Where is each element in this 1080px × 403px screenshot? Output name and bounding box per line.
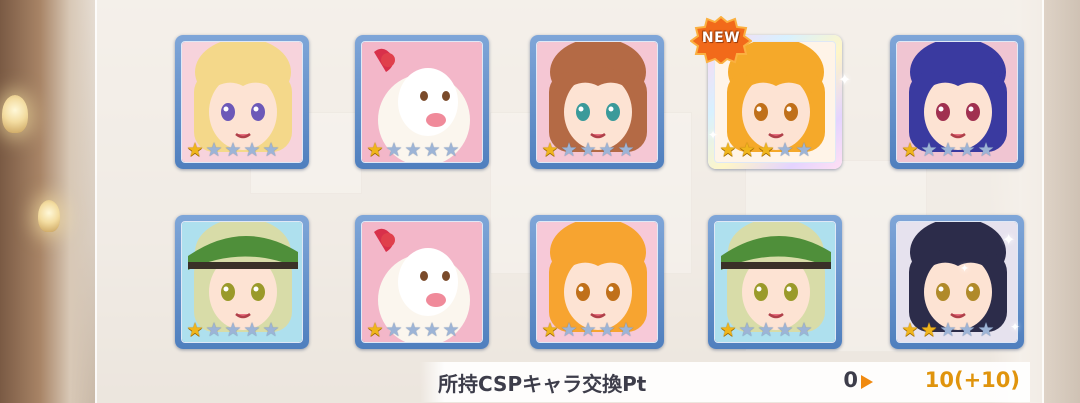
star-icon: ★ (442, 319, 460, 341)
star-icon: ★ (442, 139, 460, 161)
new-badge-label: NEW (701, 30, 741, 46)
star-icon: ★ (423, 139, 441, 161)
star-rating: ★ ★ ★ ★ ★ (901, 320, 995, 340)
sparkle-icon: ✦ (960, 262, 970, 275)
character-card[interactable]: ★ ★ ★ ★ ★ (530, 215, 664, 349)
star-icon: ★ (243, 139, 261, 161)
star-icon: ★ (757, 319, 775, 341)
new-badge: NEW (690, 16, 752, 64)
card-frame: ★ ★ ★ ★ ★ (181, 221, 303, 343)
card-frame: ★ ★ ★ ★ ★ (361, 221, 483, 343)
card-frame: ★ ★ ★ ★ ★ (536, 41, 658, 163)
star-icon: ★ (977, 319, 995, 341)
star-icon: ★ (920, 319, 938, 341)
star-icon: ★ (224, 319, 242, 341)
sparkle-icon: ✦ (1010, 320, 1021, 334)
star-icon: ★ (404, 319, 422, 341)
star-icon: ★ (366, 139, 384, 161)
star-rating: ★ ★ ★ ★ ★ (541, 320, 635, 340)
star-icon: ★ (541, 139, 559, 161)
card-frame: ★ ★ ★ ★ ★ (896, 41, 1018, 163)
arrow-right-icon (861, 375, 873, 389)
star-icon: ★ (617, 139, 635, 161)
star-icon: ★ (795, 319, 813, 341)
character-card[interactable]: ★ ★ ★ ★ ★ (530, 35, 664, 169)
star-icon: ★ (366, 319, 384, 341)
star-icon: ★ (423, 319, 441, 341)
star-icon: ★ (719, 319, 737, 341)
star-icon: ★ (795, 139, 813, 161)
points-after: 10(+10) (924, 368, 1020, 392)
sparkle-icon: ✦ (708, 128, 719, 142)
star-icon: ★ (920, 139, 938, 161)
sparkle-icon: ✦ (1002, 230, 1016, 249)
star-icon: ★ (205, 319, 223, 341)
star-icon: ★ (939, 139, 957, 161)
star-icon: ★ (776, 139, 794, 161)
star-rating: ★ ★ ★ ★ ★ (366, 320, 460, 340)
character-card[interactable]: ★ ★ ★ ★ ★ (355, 215, 489, 349)
character-card[interactable]: ★ ★ ★ ★ ★ (355, 35, 489, 169)
star-icon: ★ (719, 139, 737, 161)
character-card[interactable]: ★ ★ ★ ★ ★ (708, 215, 842, 349)
star-icon: ★ (385, 139, 403, 161)
star-icon: ★ (541, 319, 559, 341)
star-icon: ★ (243, 319, 261, 341)
star-icon: ★ (738, 139, 756, 161)
star-icon: ★ (958, 139, 976, 161)
card-frame: ★ ★ ★ ★ ★ (181, 41, 303, 163)
star-icon: ★ (205, 139, 223, 161)
star-icon: ★ (186, 319, 204, 341)
star-rating: ★ ★ ★ ★ ★ (901, 140, 995, 160)
star-icon: ★ (738, 319, 756, 341)
character-card[interactable]: ★ ★ ★ ★ ★ (890, 35, 1024, 169)
card-frame: ★ ★ ★ ★ ★ (896, 221, 1018, 343)
star-icon: ★ (186, 139, 204, 161)
star-icon: ★ (404, 139, 422, 161)
star-icon: ★ (262, 319, 280, 341)
star-icon: ★ (958, 319, 976, 341)
card-frame: ★ ★ ★ ★ ★ (361, 41, 483, 163)
card-frame: ★ ★ ★ ★ ★ (714, 221, 836, 343)
star-icon: ★ (939, 319, 957, 341)
star-rating: ★ ★ ★ ★ ★ (366, 140, 460, 160)
star-rating: ★ ★ ★ ★ ★ (719, 140, 813, 160)
star-icon: ★ (579, 139, 597, 161)
points-before: 0 (843, 368, 858, 392)
card-frame: ★ ★ ★ ★ ★ (536, 221, 658, 343)
star-icon: ★ (901, 139, 919, 161)
points-label: 所持CSPキャラ交換Pt (438, 372, 647, 396)
character-card[interactable]: ★ ★ ★ ★ ★ (175, 215, 309, 349)
star-rating: ★ ★ ★ ★ ★ (186, 320, 280, 340)
star-icon: ★ (901, 319, 919, 341)
star-icon: ★ (617, 319, 635, 341)
star-rating: ★ ★ ★ ★ ★ (719, 320, 813, 340)
star-icon: ★ (977, 139, 995, 161)
star-icon: ★ (598, 319, 616, 341)
star-rating: ★ ★ ★ ★ ★ (186, 140, 280, 160)
sparkle-icon: ✦ (838, 70, 852, 89)
star-icon: ★ (262, 139, 280, 161)
star-icon: ★ (224, 139, 242, 161)
card-grid: ★ ★ ★ ★ ★ ★ ★ ★ ★ ★ ★ ★ ★ ★ ★ ★ ★ ★ ★ ★ ★ ★ ★ ★ ★ ★ ★ ★ ★ ★ ★ ★ ★ ★ ★ ★ ★ ★ ★ ★… (0, 0, 1080, 403)
star-rating: ★ ★ ★ ★ ★ (541, 140, 635, 160)
star-icon: ★ (776, 319, 794, 341)
star-icon: ★ (560, 319, 578, 341)
star-icon: ★ (385, 319, 403, 341)
star-icon: ★ (598, 139, 616, 161)
star-icon: ★ (757, 139, 775, 161)
star-icon: ★ (560, 139, 578, 161)
character-card[interactable]: ★ ★ ★ ★ ★ (175, 35, 309, 169)
star-icon: ★ (579, 319, 597, 341)
